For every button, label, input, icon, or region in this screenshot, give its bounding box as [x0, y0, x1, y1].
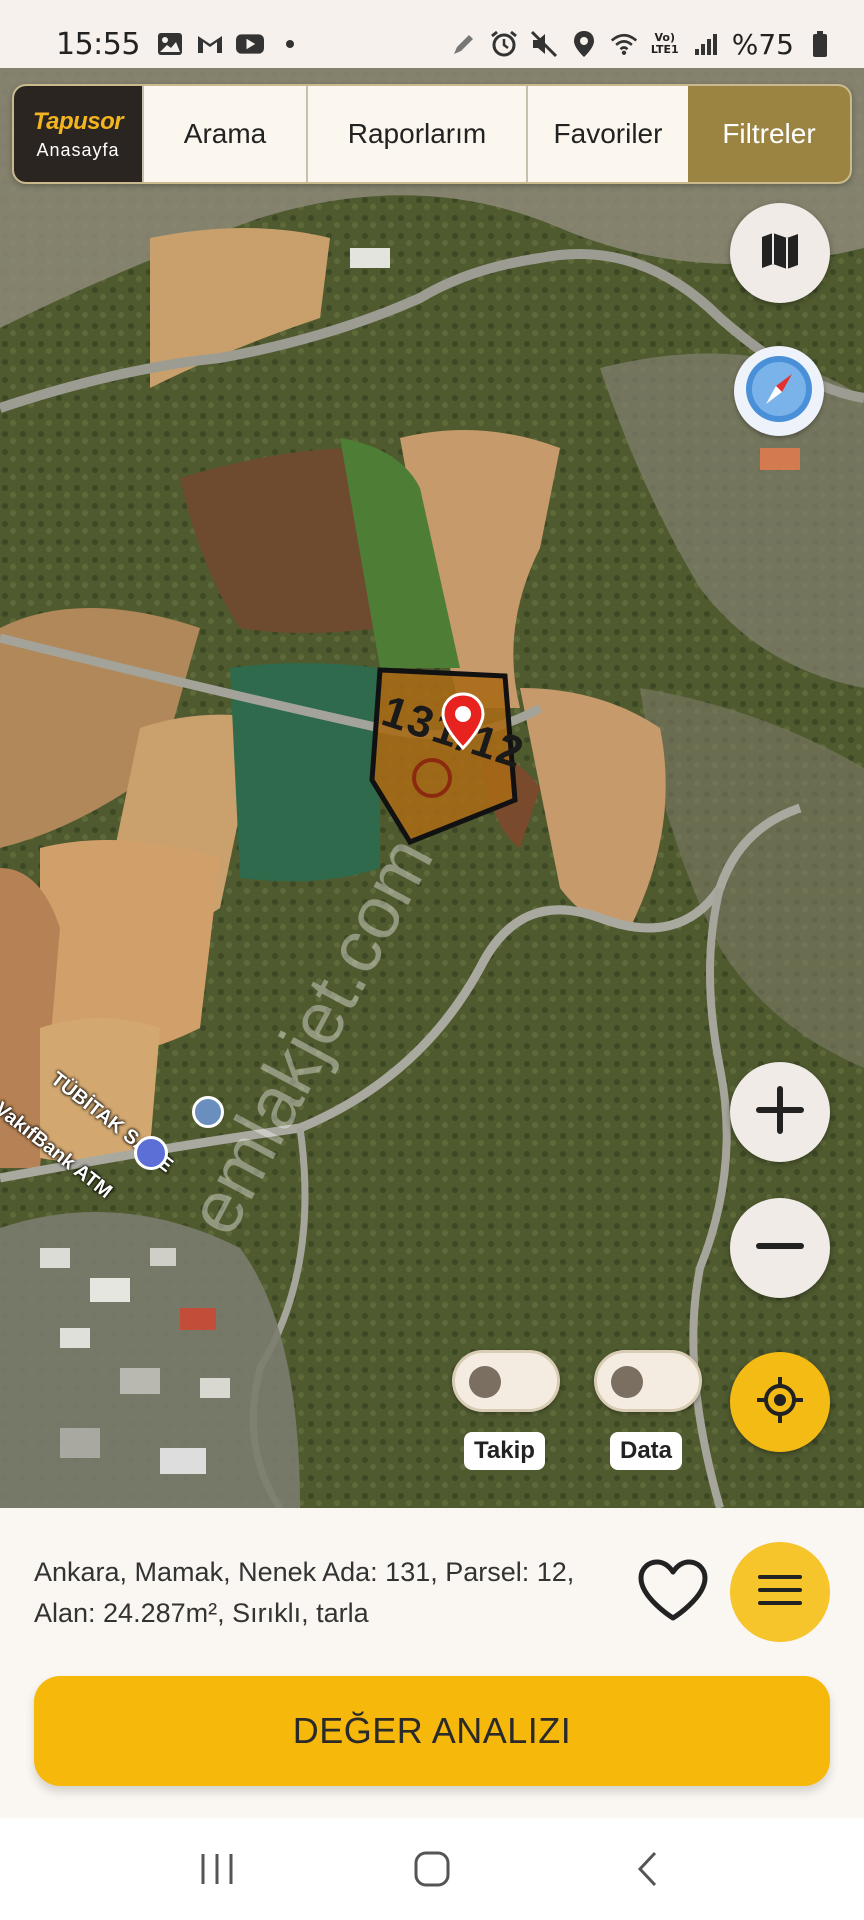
location-icon	[570, 30, 598, 58]
data-toggle[interactable]	[594, 1350, 702, 1412]
mute-icon	[530, 30, 558, 58]
takip-toggle[interactable]	[452, 1350, 560, 1412]
gallery-icon	[156, 30, 184, 58]
locate-button[interactable]	[730, 1352, 830, 1452]
top-navigation: Tapusor Anasayfa Arama Raporlarım Favori…	[12, 84, 852, 184]
wifi-icon	[610, 30, 638, 58]
brand-logo: Tapusor	[32, 107, 124, 135]
back-button[interactable]	[607, 1839, 687, 1899]
favorite-button[interactable]	[636, 1558, 710, 1624]
zoom-out-icon	[755, 1236, 805, 1261]
tab-arama[interactable]: Arama	[142, 86, 306, 182]
hamburger-icon	[758, 1573, 802, 1612]
system-nav-bar	[0, 1818, 864, 1920]
parcel-info-panel: Ankara, Mamak, Nenek Ada: 131, Parsel: 1…	[0, 1508, 864, 1818]
zoom-in-button[interactable]	[730, 1062, 830, 1162]
tab-favoriler[interactable]: Favoriler	[526, 86, 688, 182]
map-layers-button[interactable]	[730, 203, 830, 303]
pen-icon	[450, 30, 478, 58]
tubitak-pin-icon[interactable]	[192, 1096, 224, 1128]
atm-pin-icon[interactable]	[134, 1136, 168, 1170]
battery-percent: %75	[731, 27, 794, 61]
heart-icon	[636, 1559, 710, 1628]
dot-icon	[276, 30, 304, 58]
takip-label: Takip	[464, 1432, 545, 1470]
tab-filtreler[interactable]: Filtreler	[688, 86, 850, 182]
recents-button[interactable]	[177, 1839, 257, 1899]
recents-icon	[201, 1854, 233, 1884]
location-pin-icon[interactable]	[440, 692, 486, 757]
satellite-map[interactable]: 131/12 emlakjet.com TÜBİTAK SAGE VakıfBa…	[0, 68, 864, 1508]
data-label: Data	[610, 1432, 683, 1470]
zoom-in-icon	[755, 1085, 805, 1140]
back-icon	[637, 1851, 656, 1887]
home-nav-button[interactable]	[392, 1839, 472, 1899]
alarm-icon	[490, 30, 518, 58]
parcel-info-text: Ankara, Mamak, Nenek Ada: 131, Parsel: 1…	[34, 1552, 624, 1634]
tab-raporlarim[interactable]: Raporlarım	[306, 86, 526, 182]
signal-icon	[692, 30, 720, 58]
parcel-info-line2: Alan: 24.287m², Sırıklı, tarla	[34, 1598, 369, 1628]
zoom-out-button[interactable]	[730, 1198, 830, 1298]
toggle-knob	[611, 1366, 643, 1398]
map-layers-icon	[758, 229, 802, 278]
compass-icon	[742, 352, 816, 431]
home-icon	[414, 1851, 450, 1887]
home-label: Anasayfa	[36, 139, 120, 160]
status-time: 15:55	[56, 26, 140, 62]
youtube-icon	[235, 30, 264, 58]
compass-button[interactable]	[734, 346, 824, 436]
toggle-knob	[469, 1366, 501, 1398]
home-button[interactable]: Tapusor Anasayfa	[14, 86, 142, 182]
value-analysis-button[interactable]: DEĞER ANALIZI	[34, 1676, 830, 1786]
locate-icon	[755, 1375, 805, 1430]
parcel-info-line1: Ankara, Mamak, Nenek Ada: 131, Parsel: 1…	[34, 1557, 575, 1587]
battery-icon	[806, 30, 834, 58]
volte-icon: Vo) LTE1	[650, 31, 679, 56]
gmail-icon	[196, 30, 224, 58]
menu-button[interactable]	[730, 1542, 830, 1642]
